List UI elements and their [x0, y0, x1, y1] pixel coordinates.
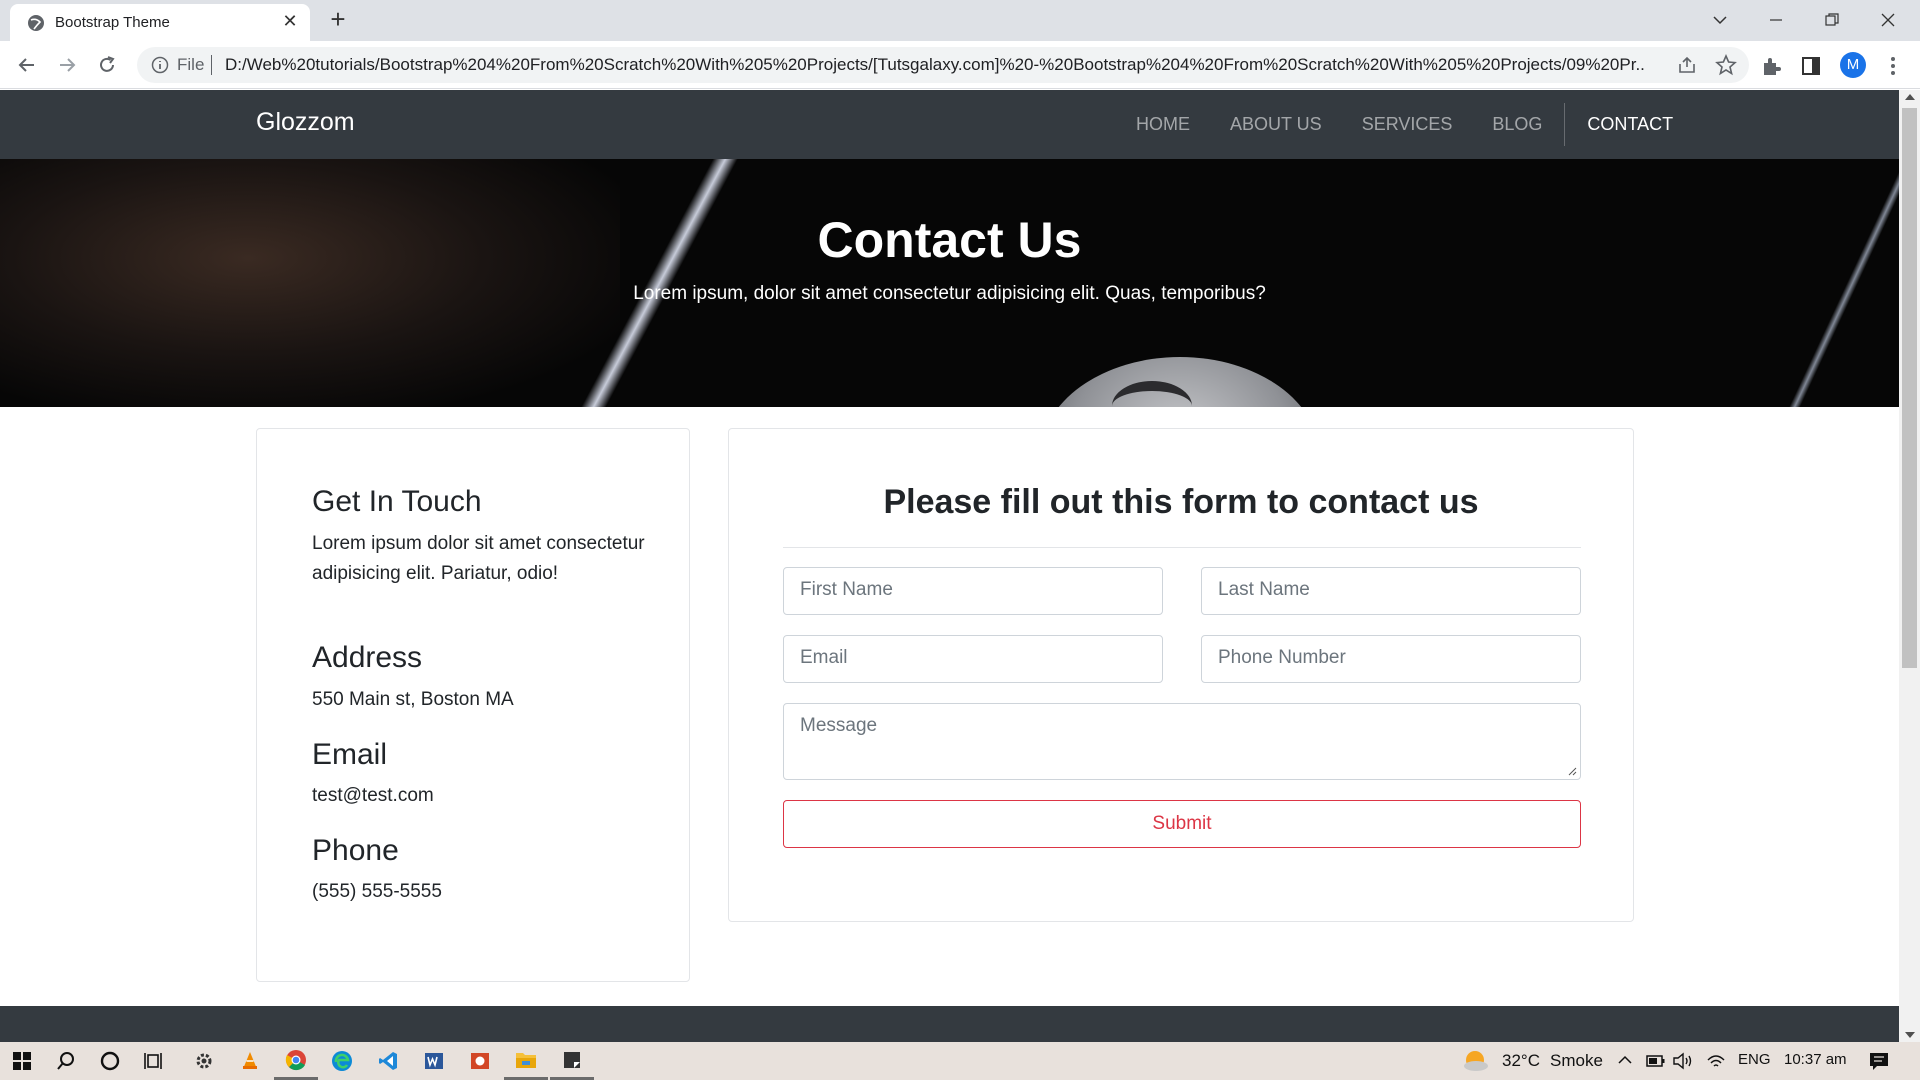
contact-info-card: Get In Touch Lorem ipsum dolor sit amet …: [256, 428, 690, 982]
side-panel-icon[interactable]: [1800, 55, 1822, 77]
powerpoint-icon[interactable]: [458, 1042, 502, 1080]
forward-arrow-icon[interactable]: [52, 50, 82, 80]
menu-dots-icon[interactable]: [1882, 55, 1904, 77]
windows-start-icon[interactable]: [0, 1042, 44, 1080]
page-viewport: Glozzom HOME ABOUT US SERVICES BLOG CONT…: [0, 90, 1899, 1042]
profile-avatar[interactable]: M: [1840, 52, 1866, 78]
first-name-input[interactable]: First Name: [783, 567, 1163, 615]
tab-search-icon[interactable]: [1698, 0, 1742, 40]
cortana-icon[interactable]: [88, 1042, 132, 1080]
new-tab-button[interactable]: +: [324, 6, 352, 34]
email-text: test@test.com: [312, 785, 434, 806]
nav-menu: HOME ABOUT US SERVICES BLOG CONTACT: [1116, 90, 1693, 159]
close-window-icon[interactable]: [1866, 0, 1910, 40]
notifications-icon[interactable]: [1868, 1051, 1890, 1071]
scroll-thumb[interactable]: [1902, 108, 1917, 668]
message-placeholder: Message: [800, 715, 878, 736]
last-name-input[interactable]: Last Name: [1201, 567, 1581, 615]
extensions-puzzle-icon[interactable]: [1760, 55, 1782, 77]
address-bar[interactable]: File D:/Web%20tutorials/Bootstrap%204%20…: [137, 47, 1749, 83]
phone-text: (555) 555-5555: [312, 881, 442, 902]
email-input[interactable]: Email: [783, 635, 1163, 683]
edge-icon[interactable]: [320, 1042, 364, 1080]
sticky-notes-icon[interactable]: [550, 1042, 594, 1080]
site-footer: [0, 1006, 1899, 1042]
email-heading: Email: [312, 738, 388, 771]
address-scheme-label: File: [177, 55, 205, 74]
minimize-icon[interactable]: [1754, 0, 1798, 40]
bookmark-star-icon[interactable]: [1715, 54, 1737, 76]
scroll-up-arrow-icon[interactable]: [1905, 94, 1915, 100]
hero-banner: Contact Us Lorem ipsum, dolor sit amet c…: [0, 159, 1899, 407]
wifi-icon[interactable]: [1706, 1052, 1726, 1070]
chrome-icon[interactable]: [274, 1042, 318, 1080]
windows-taskbar: 32°C Smoke ENG 10:37 am: [0, 1042, 1920, 1080]
address-heading: Address: [312, 641, 423, 674]
browser-tabstrip: Bootstrap Theme ✕ +: [0, 0, 1920, 41]
form-title: Please fill out this form to contact us: [883, 483, 1479, 521]
submit-button[interactable]: Submit: [783, 800, 1581, 848]
nav-item-about[interactable]: ABOUT US: [1210, 90, 1342, 159]
nav-item-services[interactable]: SERVICES: [1342, 90, 1473, 159]
get-in-touch-heading: Get In Touch: [312, 485, 482, 518]
search-icon[interactable]: [44, 1042, 88, 1080]
battery-icon[interactable]: [1646, 1053, 1666, 1069]
nav-item-contact[interactable]: CONTACT: [1567, 90, 1693, 159]
language-indicator[interactable]: ENG: [1738, 1051, 1771, 1068]
address-text: 550 Main st, Boston MA: [312, 689, 514, 710]
task-view-icon[interactable]: [132, 1042, 176, 1080]
site-navbar: Glozzom HOME ABOUT US SERVICES BLOG CONT…: [0, 90, 1899, 159]
first-name-placeholder: First Name: [800, 579, 893, 600]
file-explorer-icon[interactable]: [504, 1042, 548, 1080]
vscode-icon[interactable]: [366, 1042, 410, 1080]
globe-icon: [28, 15, 44, 31]
tab-close-icon[interactable]: ✕: [280, 11, 300, 31]
site-brand[interactable]: Glozzom: [256, 108, 355, 137]
word-icon[interactable]: [412, 1042, 456, 1080]
weather-temperature[interactable]: 32°C: [1502, 1051, 1540, 1071]
phone-number-placeholder: Phone Number: [1218, 647, 1346, 668]
clock-time[interactable]: 10:37 am: [1784, 1051, 1847, 1068]
page-title: Contact Us: [817, 212, 1082, 268]
browser-tab[interactable]: Bootstrap Theme ✕: [10, 4, 310, 41]
scroll-down-arrow-icon[interactable]: [1905, 1032, 1915, 1038]
nav-divider: [1564, 103, 1566, 146]
nav-item-blog[interactable]: BLOG: [1472, 90, 1562, 159]
browser-toolbar: File D:/Web%20tutorials/Bootstrap%204%20…: [0, 41, 1920, 89]
nav-item-home[interactable]: HOME: [1116, 90, 1210, 159]
last-name-placeholder: Last Name: [1218, 579, 1310, 600]
settings-gear-icon[interactable]: [182, 1042, 226, 1080]
message-textarea[interactable]: Message: [783, 703, 1581, 780]
phone-number-input[interactable]: Phone Number: [1201, 635, 1581, 683]
get-in-touch-text: Lorem ipsum dolor sit amet consectetur a…: [312, 533, 645, 584]
contact-form-card: Please fill out this form to contact us …: [728, 428, 1634, 922]
restore-icon[interactable]: [1810, 0, 1854, 40]
page-scrollbar[interactable]: [1899, 90, 1920, 1042]
tray-chevron-up-icon[interactable]: [1618, 1055, 1632, 1065]
address-url[interactable]: D:/Web%20tutorials/Bootstrap%204%20From%…: [225, 55, 1645, 75]
back-arrow-icon[interactable]: [12, 50, 42, 80]
phone-heading: Phone: [312, 834, 399, 867]
share-icon[interactable]: [1677, 55, 1697, 75]
resize-handle-icon[interactable]: [1567, 766, 1577, 776]
tab-title: Bootstrap Theme: [55, 14, 170, 31]
reload-icon[interactable]: [92, 50, 122, 80]
info-icon[interactable]: [151, 56, 169, 74]
email-placeholder: Email: [800, 647, 848, 668]
vlc-icon[interactable]: [228, 1042, 272, 1080]
page-subtitle: Lorem ipsum, dolor sit amet consectetur …: [633, 283, 1266, 304]
address-separator: [211, 55, 212, 75]
form-divider: [783, 547, 1581, 548]
weather-sun-icon[interactable]: [1462, 1048, 1490, 1072]
weather-condition[interactable]: Smoke: [1550, 1051, 1603, 1071]
volume-icon[interactable]: [1672, 1052, 1694, 1070]
